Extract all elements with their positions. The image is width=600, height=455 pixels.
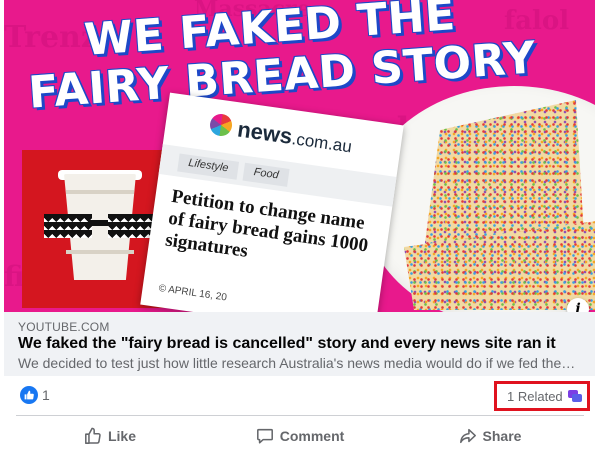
news-logo-icon: [208, 112, 234, 138]
pixel-sunglasses-icon: [44, 214, 156, 240]
link-title[interactable]: We faked the "fairy bread is cancelled" …: [18, 335, 556, 353]
breadcrumb-food: Food: [242, 162, 290, 187]
like-count[interactable]: 1: [42, 387, 50, 403]
like-reaction-icon[interactable]: [20, 386, 38, 404]
share-button[interactable]: Share: [425, 420, 555, 452]
reactions-row: 1 1 Related: [0, 376, 600, 416]
news-article-screenshot: news.com.au Lifestyle Food Petition to c…: [140, 92, 404, 312]
breadcrumb-lifestyle: Lifestyle: [177, 153, 240, 180]
link-description: We decided to test just how little resea…: [18, 355, 578, 371]
link-domain: YOUTUBE.COM: [18, 320, 110, 334]
like-label: Like: [107, 428, 136, 444]
thumbnail-bg-text: falol: [504, 6, 570, 36]
thumbs-up-icon: [85, 427, 101, 444]
news-brand: news.com.au: [235, 116, 354, 157]
like-button[interactable]: Like: [40, 420, 180, 452]
share-label: Share: [482, 428, 522, 444]
news-date: © APRIL 16, 20: [157, 282, 228, 304]
related-label[interactable]: 1 Related: [507, 389, 563, 404]
share-icon: [459, 428, 476, 444]
comment-icon: [256, 428, 273, 444]
related-icon: [568, 390, 582, 402]
link-thumbnail[interactable]: Massacre Trenz falol Shock finc WE FAKED…: [4, 0, 595, 312]
comment-label: Comment: [279, 428, 345, 444]
link-preview[interactable]: YOUTUBE.COM We faked the "fairy bread is…: [4, 312, 595, 376]
action-bar: Like Comment Share: [0, 416, 600, 455]
comment-button[interactable]: Comment: [225, 420, 375, 452]
related-highlight-box[interactable]: 1 Related: [494, 381, 590, 411]
post-card: Massacre Trenz falol Shock finc WE FAKED…: [0, 0, 600, 455]
